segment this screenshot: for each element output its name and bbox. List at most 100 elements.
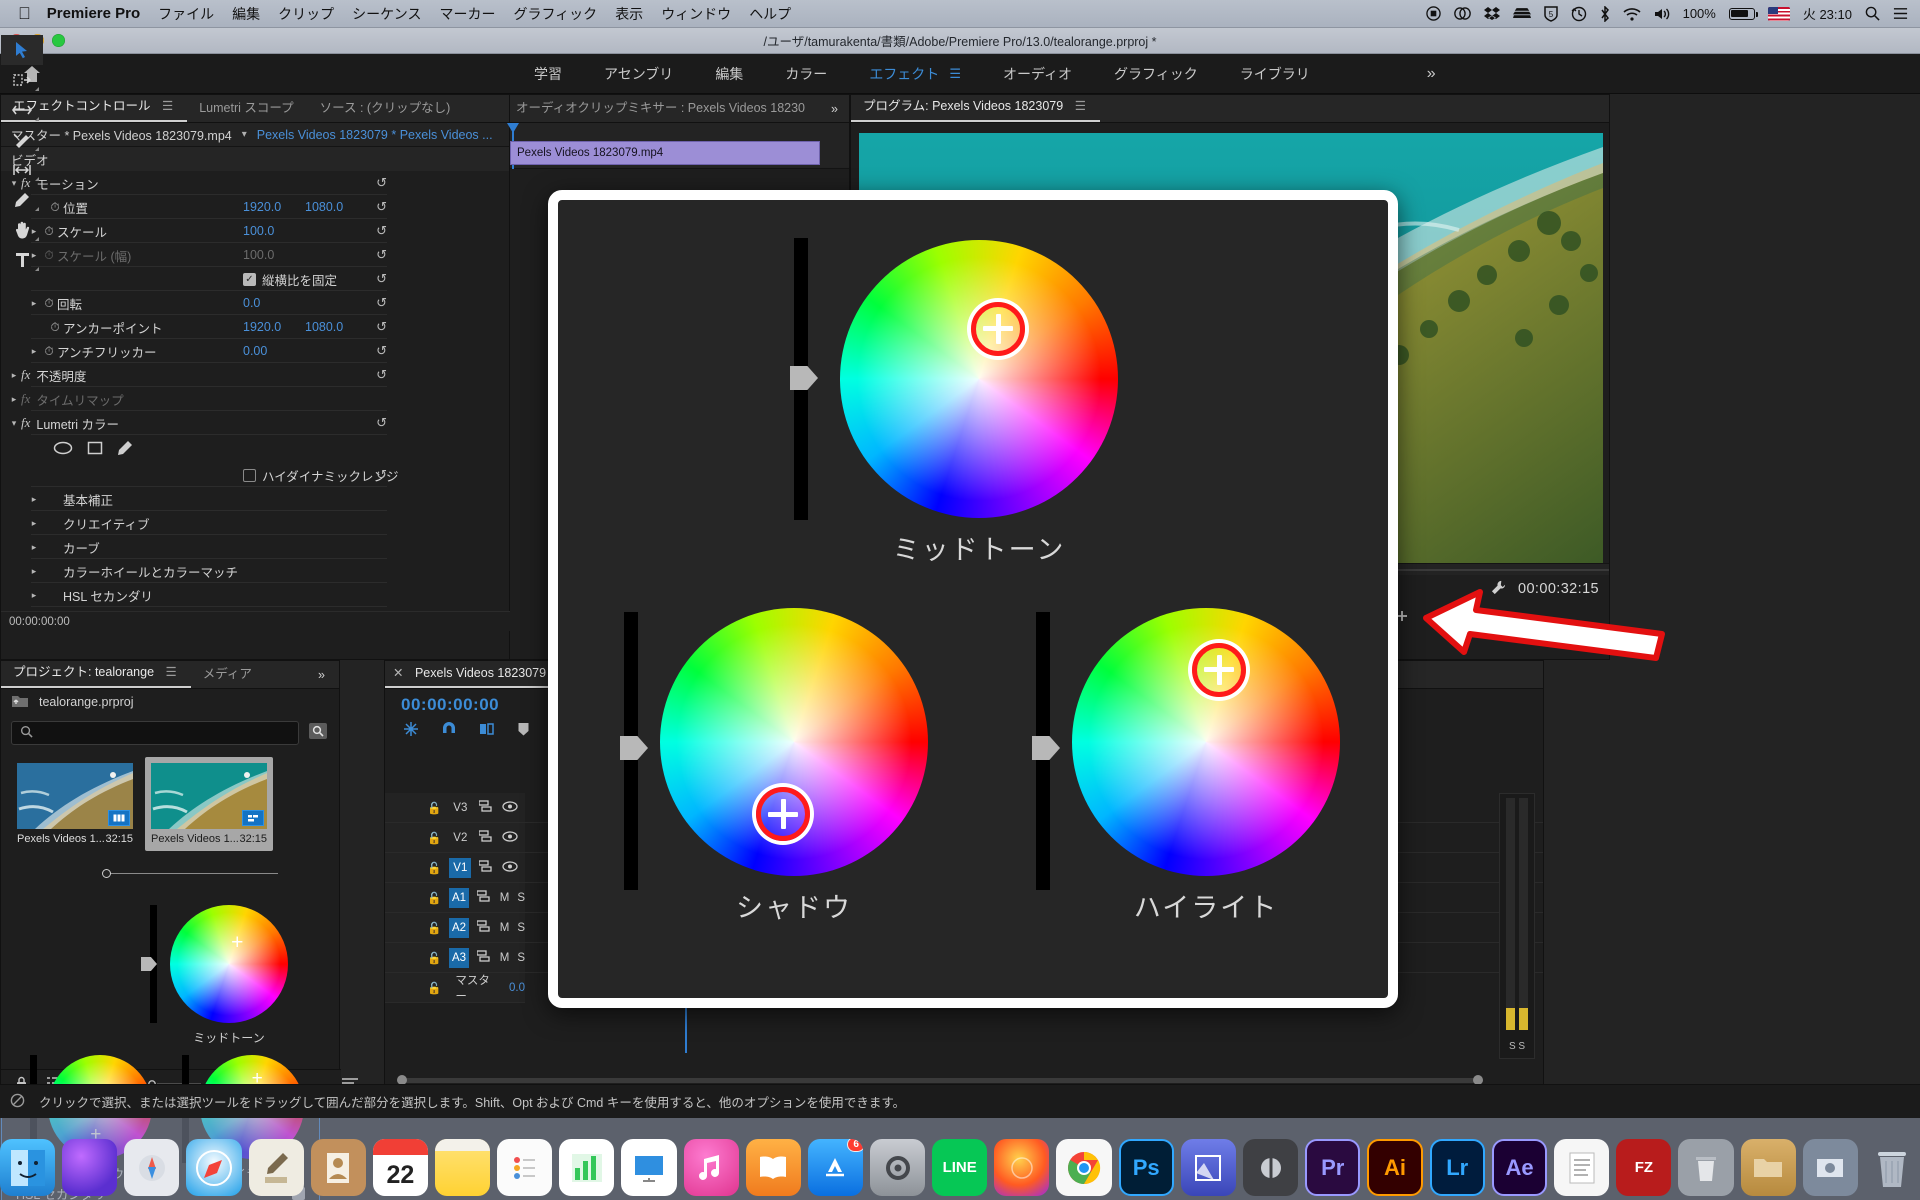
menu-item-view[interactable]: 表示 [615,4,643,24]
hand-tool[interactable] [1,215,43,245]
wifi-icon[interactable] [1623,7,1641,21]
list-item[interactable]: Pexels Videos 1... 32:15 [145,757,273,851]
row-uniform-scale[interactable]: ✓ 縦横比を固定 ↺ [1,267,509,291]
eye-icon[interactable] [502,830,518,845]
effect-controls-clip-label[interactable]: Pexels Videos 1823079 * Pexels Videos ..… [257,128,493,142]
track-name-a3[interactable]: A3 [449,947,469,968]
apple-logo-icon[interactable]:  [18,5,31,22]
dock-item-itunes[interactable] [683,1139,739,1196]
uniform-scale-checkbox[interactable]: ✓ [243,272,256,286]
dock-item-launchpad[interactable] [124,1139,180,1196]
dock-item-downloads-folder[interactable] [1740,1139,1796,1196]
twirl-right-icon[interactable]: ▸ [27,518,41,529]
twirl-right-icon[interactable]: ▸ [27,542,41,553]
list-item[interactable]: Pexels Videos 1... 32:15 [11,757,139,851]
twirl-right-icon[interactable]: ▸ [27,590,41,601]
eye-icon[interactable] [502,800,518,815]
reset-icon[interactable]: ↺ [376,199,387,215]
search-input-field[interactable] [39,726,298,740]
row-position-value-y[interactable]: 1080.0 [305,200,343,214]
modal-midtone-wheel-cross-icon[interactable] [971,301,1026,356]
dock-item-system-preferences[interactable] [869,1139,926,1196]
rect-mask-icon[interactable] [87,441,103,458]
track-header-a3[interactable]: 🔓 A3 M S [385,943,525,973]
unlock-icon[interactable]: 🔓 [427,891,441,905]
search-input[interactable] [11,721,299,745]
dock-item-after-effects[interactable]: Ae [1491,1139,1548,1196]
row-scale[interactable]: ▸ ⏱ スケール 100.0 ↺ [1,219,509,243]
row-time-remap[interactable]: ▸ fx タイムリマップ [1,387,509,411]
hdr-white-level-slider[interactable] [102,868,278,878]
workspace-tab-assembly[interactable]: アセンブリ [604,64,673,84]
nest-icon[interactable] [403,721,419,740]
track-header-v3[interactable]: 🔓 V3 [385,793,525,823]
workspace-tab-learning[interactable]: 学習 [534,64,562,84]
modal-midtone-luma-slider[interactable] [790,238,818,520]
dock-item-filezilla[interactable]: FZ [1616,1139,1672,1196]
control-center-icon[interactable] [1893,6,1908,21]
reset-icon[interactable]: ↺ [376,415,387,431]
dock-item-notes[interactable] [434,1139,491,1196]
dropbox-icon[interactable] [1483,6,1500,21]
workspace-tab-color[interactable]: カラー [785,64,827,84]
modal-midtone-color-wheel[interactable] [840,240,1118,518]
midtone-wheel-cross-icon[interactable]: + [231,931,243,955]
workspace-tab-audio[interactable]: オーディオ [1003,64,1072,84]
ripple-edit-tool[interactable] [1,95,43,125]
type-tool[interactable] [1,245,43,275]
mute-track-button[interactable]: M [500,892,510,904]
track-name-a1[interactable]: A1 [449,887,469,908]
menu-item-marker[interactable]: マーカー [439,4,495,24]
battery-icon[interactable] [1728,7,1758,20]
dock-item-trash[interactable] [1865,1139,1920,1196]
row-rotation-value[interactable]: 0.0 [243,296,260,310]
dock-item-reminders[interactable] [497,1139,553,1196]
stopwatch-icon[interactable]: ⏱ [47,200,63,215]
pen-tool[interactable] [1,185,43,215]
track-header-a1[interactable]: 🔓 A1 M S [385,883,525,913]
dock-item-firefox[interactable] [994,1139,1050,1196]
row-anchor-value-x[interactable]: 1920.0 [243,320,281,334]
track-header-master[interactable]: 🔓 マスター 0.0 [385,973,525,1003]
row-anchor-value-y[interactable]: 1080.0 [305,320,343,334]
time-machine-icon[interactable] [1571,6,1587,22]
eye-icon[interactable] [502,860,518,875]
modal-shadow-wheel-cross-icon[interactable] [756,787,811,842]
stopwatch-icon[interactable]: ⏱ [47,320,63,335]
twirl-down-icon[interactable]: ▾ [7,418,21,429]
sync-lock-icon[interactable] [476,950,492,965]
track-name-v3[interactable]: V3 [449,798,471,818]
menu-app-name[interactable]: Premiere Pro [47,5,140,22]
midtone-color-wheel[interactable]: + [170,905,288,1023]
modal-highlight-wheel-cross-icon[interactable] [1192,642,1247,697]
unlock-icon[interactable]: 🔓 [427,981,441,995]
menu-item-help[interactable]: ヘルプ [749,4,791,24]
midtone-luma-slider[interactable] [141,905,157,1023]
slip-tool[interactable] [1,155,43,185]
snap-magnet-icon[interactable] [441,721,457,740]
tab-source-monitor[interactable]: ソース : (クリップなし) [308,97,465,122]
modal-highlight-luma-slider[interactable] [1032,612,1060,890]
dock-item-affinity[interactable] [1180,1139,1236,1196]
track-name-a2[interactable]: A2 [449,917,469,938]
track-header-a2[interactable]: 🔓 A2 M S [385,913,525,943]
audio-meter-solo-label[interactable]: S S [1500,1041,1534,1052]
row-position[interactable]: ⏱ 位置 1920.0 1080.0 ↺ [1,195,509,219]
row-position-value-x[interactable]: 1920.0 [243,200,281,214]
workspace-tab-menu-icon[interactable]: ☰ [949,66,961,82]
menu-item-window[interactable]: ウィンドウ [661,4,731,24]
tab-project[interactable]: プロジェクト: tealorange ☰ [1,661,191,688]
mute-track-button[interactable]: M [500,952,510,964]
dock-item-trash-tool[interactable] [1678,1139,1734,1196]
dock-item-keynote[interactable] [621,1139,677,1196]
spotlight-search-icon[interactable] [1865,6,1880,21]
dock-item-finder[interactable] [0,1139,56,1196]
effect-controls-clip-bar[interactable]: Pexels Videos 1823079.mp4 [510,141,820,165]
row-scale-value[interactable]: 100.0 [243,224,274,238]
sync-lock-icon[interactable] [476,890,492,905]
dock-item-siri[interactable] [62,1139,118,1196]
reset-icon[interactable]: ↺ [376,271,387,287]
dock-item-numbers[interactable] [559,1139,615,1196]
reset-icon[interactable]: ↺ [376,367,387,383]
unlock-icon[interactable]: 🔓 [427,921,441,935]
